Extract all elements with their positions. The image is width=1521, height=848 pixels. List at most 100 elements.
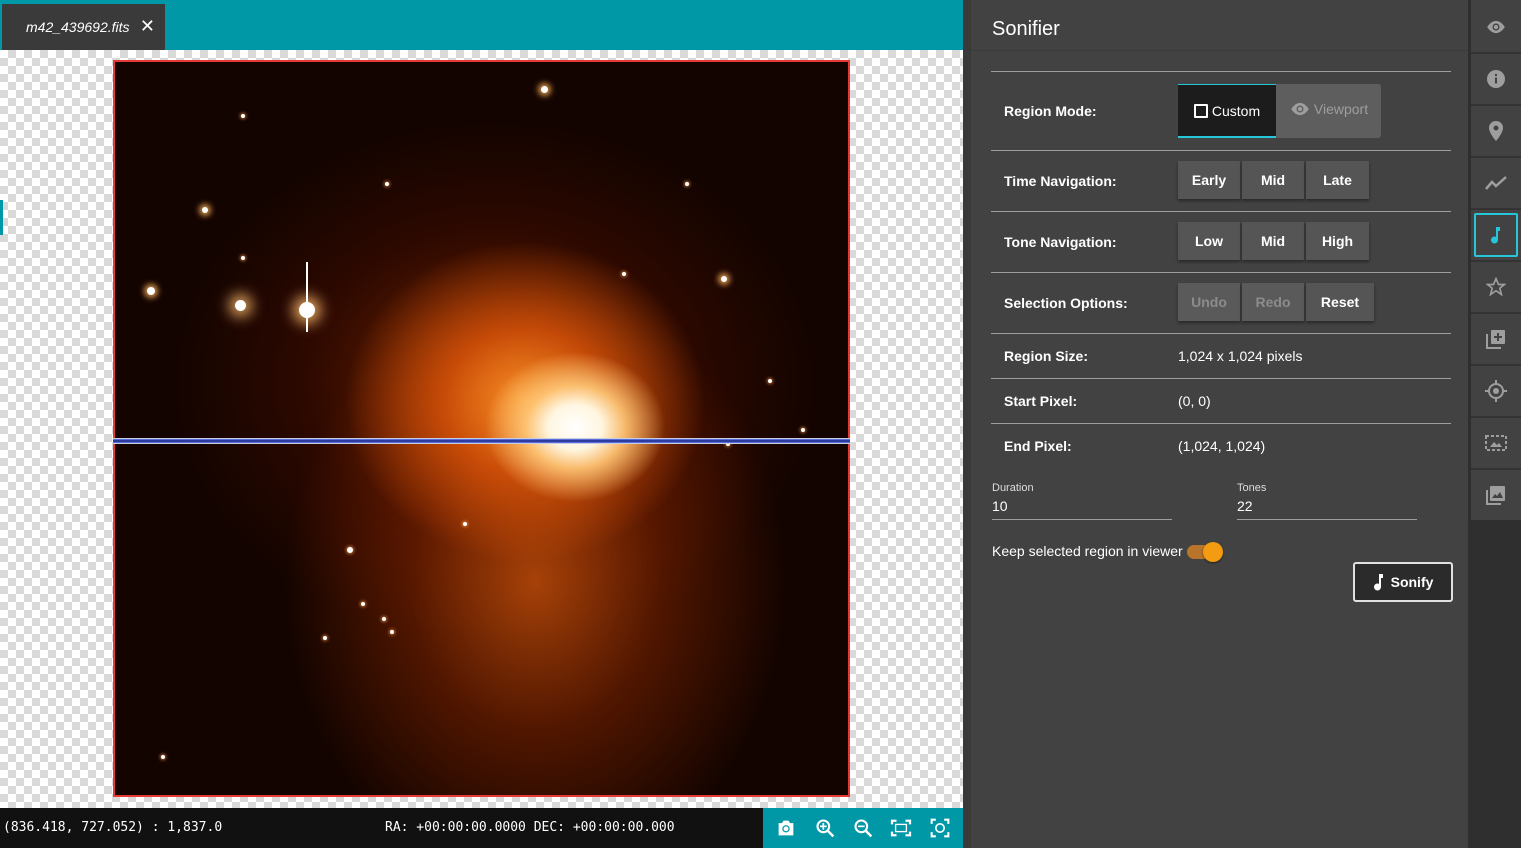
file-tab[interactable]: m42_439692.fits ✕: [2, 4, 165, 50]
file-tab-label: m42_439692.fits: [26, 19, 130, 35]
undo-button[interactable]: Undo: [1178, 283, 1240, 321]
eye-icon: [1291, 102, 1309, 116]
tab-bar: m42_439692.fits ✕: [0, 0, 963, 50]
divider: [1471, 364, 1521, 366]
divider: [1471, 468, 1521, 470]
reset-button[interactable]: Reset: [1306, 283, 1374, 321]
center-focus-icon[interactable]: [925, 813, 955, 843]
region-mode-custom-button[interactable]: Custom: [1178, 84, 1276, 138]
star: [622, 272, 626, 276]
region-size-label: Region Size:: [1004, 348, 1089, 364]
tones-input[interactable]: 22: [1237, 498, 1417, 520]
camera-icon[interactable]: [771, 813, 801, 843]
star: [382, 617, 386, 621]
sonify-button[interactable]: Sonify: [1353, 562, 1453, 602]
keep-region-label: Keep selected region in viewer: [992, 543, 1183, 559]
divider: [1471, 312, 1521, 314]
chart-line-icon[interactable]: [1474, 161, 1518, 205]
divider: [991, 378, 1451, 379]
divider: [991, 71, 1451, 72]
music-note-icon[interactable]: [1474, 213, 1518, 257]
cursor-coordinates: (836.418, 727.052) : 1,837.0: [3, 820, 223, 835]
eye-icon[interactable]: [1474, 5, 1518, 49]
toggle-knob[interactable]: [1203, 542, 1223, 562]
divider: [1471, 208, 1521, 210]
tone-low-button[interactable]: Low: [1178, 222, 1240, 260]
close-icon[interactable]: ✕: [140, 16, 155, 37]
divider: [991, 423, 1451, 424]
tone-navigation-label: Tone Navigation:: [1004, 234, 1117, 250]
location-pin-icon[interactable]: [1474, 109, 1518, 153]
redo-button[interactable]: Redo: [1242, 283, 1304, 321]
divider: [1471, 156, 1521, 158]
region-mode-toggle: Custom Viewport: [1178, 84, 1381, 138]
star: [235, 300, 246, 311]
duration-field[interactable]: Duration 10: [992, 482, 1172, 520]
divider: [1471, 416, 1521, 418]
zoom-out-icon[interactable]: [848, 813, 878, 843]
zoom-in-icon[interactable]: [810, 813, 840, 843]
checkbox-icon: [1193, 103, 1208, 118]
tone-mid-button[interactable]: Mid: [1242, 222, 1304, 260]
image-canvas[interactable]: [0, 50, 963, 808]
canvas-edge-marker: [0, 200, 3, 235]
region-mode-label: Region Mode:: [1004, 103, 1097, 119]
tone-high-button[interactable]: High: [1306, 222, 1369, 260]
image-viewer: m42_439692.fits ✕ (836.418, 727.052): 1…: [0, 0, 963, 848]
star: [768, 379, 772, 383]
divider: [971, 50, 1468, 51]
start-pixel-value: (0, 0): [1178, 393, 1211, 409]
start-pixel-label: Start Pixel:: [1004, 393, 1078, 409]
gallery-icon[interactable]: [1474, 473, 1518, 517]
status-bar: (836.418, 727.052) : 1,837.0 RA: +00:00:…: [0, 808, 963, 848]
end-pixel-value: (1,024, 1,024): [1178, 438, 1266, 454]
region-mode-viewport-button[interactable]: Viewport: [1276, 84, 1381, 138]
music-note-icon: [1373, 574, 1383, 591]
star: [241, 114, 245, 118]
star-icon[interactable]: [1474, 265, 1518, 309]
diffraction-spike: [306, 262, 308, 332]
star: [385, 182, 389, 186]
tones-label: Tones: [1237, 482, 1267, 494]
target-icon[interactable]: [1474, 369, 1518, 413]
right-icon-bar: [1468, 0, 1521, 848]
divider: [991, 211, 1451, 212]
star: [241, 256, 245, 260]
duration-input[interactable]: 10: [992, 498, 1172, 520]
time-early-button[interactable]: Early: [1178, 161, 1240, 199]
divider: [991, 333, 1451, 334]
time-navigation-label: Time Navigation:: [1004, 173, 1117, 189]
tones-field[interactable]: Tones 22: [1237, 482, 1417, 520]
star: [147, 287, 155, 295]
time-mid-button[interactable]: Mid: [1242, 161, 1304, 199]
divider: [1471, 104, 1521, 106]
panel-title: Sonifier: [992, 18, 1060, 40]
time-late-button[interactable]: Late: [1306, 161, 1369, 199]
custom-label: Custom: [1211, 102, 1261, 119]
image-area-icon[interactable]: [1474, 421, 1518, 465]
star: [390, 630, 394, 634]
ra-dec-readout: RA: +00:00:00.0000 DEC: +00:00:00.000: [385, 820, 675, 835]
star: [541, 86, 548, 93]
star: [347, 547, 353, 553]
star: [161, 755, 165, 759]
panel-divider[interactable]: [963, 0, 971, 848]
region-divider-line[interactable]: [113, 438, 850, 444]
divider: [991, 272, 1451, 273]
star: [685, 182, 689, 186]
viewer-toolbar: [763, 808, 963, 848]
fit-screen-icon[interactable]: [886, 813, 916, 843]
star: [721, 276, 727, 282]
info-icon[interactable]: [1474, 57, 1518, 101]
sonify-label: Sonify: [1390, 574, 1434, 590]
app-root: m42_439692.fits ✕ (836.418, 727.052): 1…: [0, 0, 1521, 848]
add-layer-icon[interactable]: [1474, 317, 1518, 361]
sonifier-panel: Sonifier Region Mode: Custom Viewport Ti…: [971, 0, 1468, 848]
divider: [1471, 52, 1521, 54]
end-pixel-label: End Pixel:: [1004, 438, 1072, 454]
viewport-label: Viewport: [1313, 101, 1369, 117]
nebula-image[interactable]: [113, 60, 850, 797]
selection-options-label: Selection Options:: [1004, 295, 1128, 311]
star: [463, 522, 467, 526]
divider: [991, 150, 1451, 151]
